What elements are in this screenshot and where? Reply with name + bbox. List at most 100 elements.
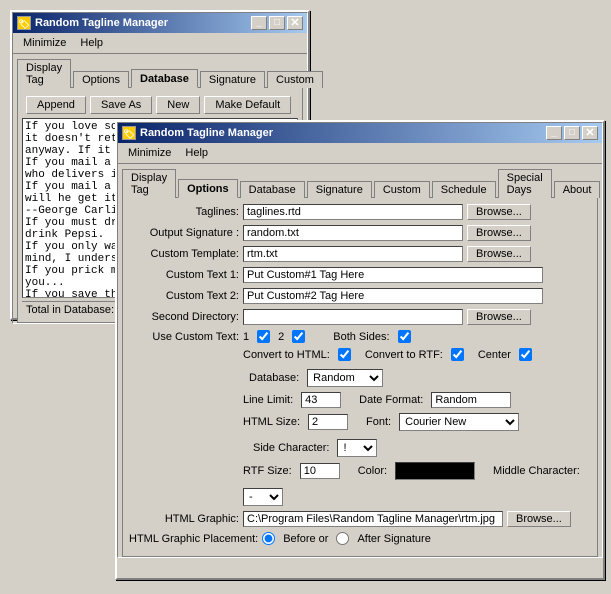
minimize-btn-2[interactable]: _ (546, 126, 562, 140)
html-graphic-label: HTML Graphic: (129, 513, 239, 525)
app-icon-2: 🏷 (122, 126, 136, 140)
tab-database-1[interactable]: Database (131, 69, 198, 88)
side-char-select[interactable]: ! | * (337, 439, 377, 457)
custom-text1-row: Custom Text 1: (129, 267, 591, 283)
color-label: Color: (358, 465, 387, 477)
both-sides-label: Both Sides: (333, 331, 389, 343)
line-limit-row: Line Limit: Date Format: (129, 392, 591, 408)
output-sig-browse-btn[interactable]: Browse... (467, 225, 531, 241)
side-char-label: Side Character: (253, 442, 329, 454)
database-select[interactable]: Random Sequential (307, 369, 383, 387)
second-dir-browse-btn[interactable]: Browse... (467, 309, 531, 325)
custom-template-label: Custom Template: (129, 248, 239, 260)
output-sig-input[interactable] (243, 225, 463, 241)
output-sig-row: Output Signature : Browse... (129, 225, 591, 241)
maximize-btn-2[interactable]: □ (564, 126, 580, 140)
custom-text2-input[interactable] (243, 288, 543, 304)
color-swatch[interactable] (395, 462, 475, 480)
second-dir-input[interactable] (243, 309, 463, 325)
center-check[interactable] (519, 348, 532, 361)
minimize-btn-1[interactable]: _ (251, 16, 267, 30)
app-icon-1: 🏷 (17, 16, 31, 30)
placement-after-radio[interactable] (336, 532, 349, 545)
custom-check1[interactable] (257, 330, 270, 343)
line-limit-label: Line Limit: (243, 394, 293, 406)
window-2: 🏷 Random Tagline Manager _ □ ✕ Minimize … (115, 120, 605, 580)
menu-help-1[interactable]: Help (74, 35, 109, 51)
custom-template-input[interactable] (243, 246, 463, 262)
custom-text1-input[interactable] (243, 267, 543, 283)
rtf-size-label: RTF Size: (243, 465, 292, 477)
taglines-input[interactable] (243, 204, 463, 220)
html-placement-row: HTML Graphic Placement: Before or After … (129, 532, 591, 545)
tab-bar-1: Display Tag Options Database Signature C… (13, 54, 307, 87)
tab-custom-2[interactable]: Custom (374, 181, 430, 198)
html-graphic-row: HTML Graphic: Browse... (129, 511, 591, 527)
tab-custom-1[interactable]: Custom (267, 71, 323, 88)
tab-options-1[interactable]: Options (73, 71, 129, 88)
second-dir-label: Second Directory: (129, 311, 239, 323)
tab-database-2[interactable]: Database (240, 181, 305, 198)
html-size-input[interactable] (308, 414, 348, 430)
window-title-2: Random Tagline Manager (140, 127, 542, 139)
tab-options-2[interactable]: Options (178, 179, 238, 198)
custom-text2-label: Custom Text 2: (129, 290, 239, 302)
second-dir-row: Second Directory: Browse... (129, 309, 591, 325)
tab-bar-2: Display Tag Options Database Signature C… (118, 164, 602, 197)
convert-html-check[interactable] (338, 348, 351, 361)
rtf-size-input[interactable] (300, 463, 340, 479)
custom-template-browse-btn[interactable]: Browse... (467, 246, 531, 262)
convert-html-text: Convert to HTML: (243, 349, 330, 361)
title-bar-2: 🏷 Random Tagline Manager _ □ ✕ (118, 123, 602, 143)
make-default-btn[interactable]: Make Default (204, 96, 291, 114)
taglines-row: Taglines: Browse... (129, 204, 591, 220)
append-btn[interactable]: Append (26, 96, 86, 114)
placement-before-radio[interactable] (262, 532, 275, 545)
menu-minimize-2[interactable]: Minimize (122, 145, 177, 161)
output-sig-label: Output Signature : (129, 227, 239, 239)
tab-signature-2[interactable]: Signature (307, 181, 372, 198)
date-format-input[interactable] (431, 392, 511, 408)
convert-rtf-check[interactable] (451, 348, 464, 361)
window-title-1: Random Tagline Manager (35, 17, 247, 29)
date-format-label: Date Format: (359, 394, 423, 406)
rtf-size-row: RTF Size: Color: Middle Character: - * + (129, 462, 591, 506)
close-btn-1[interactable]: ✕ (287, 16, 303, 30)
both-sides-check[interactable] (398, 330, 411, 343)
custom-num2-label: 2 (278, 331, 284, 343)
middle-char-select[interactable]: - * + (243, 488, 283, 506)
tab-signature-1[interactable]: Signature (200, 71, 265, 88)
close-btn-2[interactable]: ✕ (582, 126, 598, 140)
taglines-label: Taglines: (129, 206, 239, 218)
tab-display-tag-1[interactable]: Display Tag (17, 59, 71, 88)
html-graphic-input[interactable] (243, 511, 503, 527)
use-custom-row: Use Custom Text: 1 2 Both Sides: (129, 330, 591, 343)
tab-special-days-2[interactable]: Special Days (498, 169, 552, 198)
convert-rtf-text: Convert to RTF: (365, 349, 443, 361)
status-text-1: Total in Database: (26, 304, 114, 316)
custom-text1-label: Custom Text 1: (129, 269, 239, 281)
html-size-row: HTML Size: Font: Courier New Arial Times… (129, 413, 591, 457)
menu-bar-2: Minimize Help (118, 143, 602, 164)
custom-check2[interactable] (292, 330, 305, 343)
custom-num1-label: 1 (243, 331, 249, 343)
before-label: Before or (283, 533, 328, 545)
menu-minimize-1[interactable]: Minimize (17, 35, 72, 51)
line-limit-input[interactable] (301, 392, 341, 408)
convert-row: Convert to HTML: Convert to RTF: Center … (129, 348, 591, 387)
use-custom-label: Use Custom Text: (129, 331, 239, 343)
tab-display-tag-2[interactable]: Display Tag (122, 169, 176, 198)
menu-bar-1: Minimize Help (13, 33, 307, 54)
font-label: Font: (366, 416, 391, 428)
title-bar-1: 🏷 Random Tagline Manager _ □ ✕ (13, 13, 307, 33)
save-as-btn[interactable]: Save As (90, 96, 152, 114)
tab-about-2[interactable]: About (554, 181, 601, 198)
new-btn[interactable]: New (156, 96, 200, 114)
font-select[interactable]: Courier New Arial Times New Roman (399, 413, 519, 431)
tab-schedule-2[interactable]: Schedule (432, 181, 496, 198)
maximize-btn-1[interactable]: □ (269, 16, 285, 30)
database-text: Database: (249, 372, 299, 384)
menu-help-2[interactable]: Help (179, 145, 214, 161)
taglines-browse-btn[interactable]: Browse... (467, 204, 531, 220)
html-graphic-browse-btn[interactable]: Browse... (507, 511, 571, 527)
